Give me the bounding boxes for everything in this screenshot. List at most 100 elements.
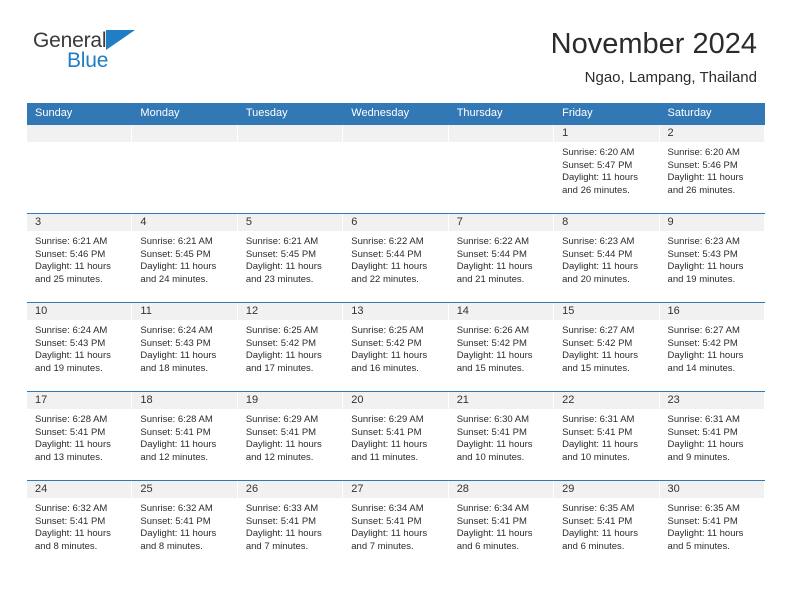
weekday-header-saturday: Saturday [667, 107, 712, 119]
daylight-text-line1: Daylight: 11 hours [351, 528, 428, 540]
daylight-text-line2: and 5 minutes. [667, 540, 730, 552]
day-cell[interactable]: 20 Sunrise: 6:29 AM Sunset: 5:41 PM Dayl… [343, 392, 449, 480]
sunset-text: Sunset: 5:41 PM [456, 515, 527, 527]
general-blue-logo[interactable]: General Blue [30, 28, 150, 88]
day-cell[interactable]: 16 Sunrise: 6:27 AM Sunset: 5:42 PM Dayl… [659, 303, 765, 391]
daylight-text-line2: and 17 minutes. [245, 362, 314, 374]
day-cell[interactable]: 3 Sunrise: 6:21 AM Sunset: 5:46 PM Dayli… [27, 214, 133, 302]
weekday-header-sunday: Sunday [35, 107, 73, 119]
daylight-text-line1: Daylight: 11 hours [562, 261, 638, 273]
day-cell[interactable]: 28 Sunrise: 6:34 AM Sunset: 5:41 PM Dayl… [448, 481, 555, 569]
day-number: 16 [659, 303, 765, 320]
day-cell[interactable]: 27 Sunrise: 6:34 AM Sunset: 5:41 PM Dayl… [343, 481, 449, 569]
weekday-header-friday: Friday [562, 107, 593, 119]
day-details: Sunrise: 6:25 AM Sunset: 5:42 PM Dayligh… [343, 320, 448, 375]
day-cell[interactable]: 8 Sunrise: 6:23 AM Sunset: 5:44 PM Dayli… [554, 214, 660, 302]
day-cell[interactable]: 1 Sunrise: 6:20 AM Sunset: 5:47 PM Dayli… [554, 125, 660, 213]
logo-text-blue: Blue [67, 49, 109, 72]
day-cell[interactable]: 24 Sunrise: 6:32 AM Sunset: 5:41 PM Dayl… [27, 481, 133, 569]
day-cell[interactable]: 11 Sunrise: 6:24 AM Sunset: 5:43 PM Dayl… [132, 303, 238, 391]
daylight-text-line1: Daylight: 11 hours [456, 261, 533, 273]
day-cell[interactable]: 19 Sunrise: 6:29 AM Sunset: 5:41 PM Dayl… [237, 392, 344, 480]
sunset-text: Sunset: 5:41 PM [140, 426, 211, 438]
weekday-header-wednesday: Wednesday [351, 107, 410, 119]
day-cell[interactable]: 13 Sunrise: 6:25 AM Sunset: 5:42 PM Dayl… [343, 303, 449, 391]
day-number: 20 [343, 392, 449, 409]
daylight-text-line1: Daylight: 11 hours [35, 261, 111, 273]
day-number: 26 [237, 481, 344, 498]
day-cell[interactable]: 12 Sunrise: 6:25 AM Sunset: 5:42 PM Dayl… [237, 303, 344, 391]
daylight-text-line1: Daylight: 11 hours [562, 439, 638, 451]
sunrise-text: Sunrise: 6:29 AM [245, 414, 319, 425]
sunset-text: Sunset: 5:41 PM [351, 426, 422, 438]
sunset-text: Sunset: 5:41 PM [562, 426, 633, 438]
day-details: Sunrise: 6:31 AM Sunset: 5:41 PM Dayligh… [660, 409, 765, 464]
day-cell[interactable]: 25 Sunrise: 6:32 AM Sunset: 5:41 PM Dayl… [132, 481, 238, 569]
day-number: 15 [554, 303, 660, 320]
sunrise-text: Sunrise: 6:32 AM [35, 503, 108, 514]
day-cell[interactable]: 26 Sunrise: 6:33 AM Sunset: 5:41 PM Dayl… [237, 481, 344, 569]
day-cell[interactable]: 23 Sunrise: 6:31 AM Sunset: 5:41 PM Dayl… [659, 392, 765, 480]
sunset-text: Sunset: 5:43 PM [667, 248, 738, 260]
day-number [132, 125, 238, 142]
day-cell[interactable]: 9 Sunrise: 6:23 AM Sunset: 5:43 PM Dayli… [659, 214, 765, 302]
day-details [132, 142, 237, 147]
day-cell[interactable]: 15 Sunrise: 6:27 AM Sunset: 5:42 PM Dayl… [554, 303, 660, 391]
day-cell[interactable]: 18 Sunrise: 6:28 AM Sunset: 5:41 PM Dayl… [132, 392, 238, 480]
sunset-text: Sunset: 5:45 PM [245, 248, 317, 260]
day-cell[interactable]: 7 Sunrise: 6:22 AM Sunset: 5:44 PM Dayli… [448, 214, 555, 302]
sunrise-text: Sunrise: 6:28 AM [35, 414, 108, 425]
day-cell[interactable]: 14 Sunrise: 6:26 AM Sunset: 5:42 PM Dayl… [448, 303, 555, 391]
daylight-text-line1: Daylight: 11 hours [140, 350, 217, 362]
sunrise-text: Sunrise: 6:35 AM [562, 503, 635, 514]
weekday-header-row: Sunday Monday Tuesday Wednesday Thursday… [27, 103, 765, 124]
day-number [448, 125, 555, 142]
day-cell[interactable]: 6 Sunrise: 6:22 AM Sunset: 5:44 PM Dayli… [343, 214, 449, 302]
day-cell[interactable]: 22 Sunrise: 6:31 AM Sunset: 5:41 PM Dayl… [554, 392, 660, 480]
day-cell[interactable] [343, 125, 449, 213]
day-number [237, 125, 344, 142]
day-cell[interactable]: 17 Sunrise: 6:28 AM Sunset: 5:41 PM Dayl… [27, 392, 133, 480]
sunrise-text: Sunrise: 6:21 AM [245, 236, 319, 247]
day-number: 10 [27, 303, 133, 320]
day-cell[interactable]: 4 Sunrise: 6:21 AM Sunset: 5:45 PM Dayli… [132, 214, 238, 302]
day-cell[interactable]: 10 Sunrise: 6:24 AM Sunset: 5:43 PM Dayl… [27, 303, 133, 391]
daylight-text-line2: and 19 minutes. [667, 273, 736, 285]
day-cell[interactable] [27, 125, 133, 213]
calendar-week-row: 17 Sunrise: 6:28 AM Sunset: 5:41 PM Dayl… [27, 391, 765, 480]
sunset-text: Sunset: 5:41 PM [245, 515, 317, 527]
sunrise-text: Sunrise: 6:31 AM [667, 414, 740, 425]
sunrise-text: Sunrise: 6:30 AM [456, 414, 530, 425]
day-cell[interactable] [237, 125, 344, 213]
day-cell[interactable]: 29 Sunrise: 6:35 AM Sunset: 5:41 PM Dayl… [554, 481, 660, 569]
day-cell[interactable]: 30 Sunrise: 6:35 AM Sunset: 5:41 PM Dayl… [659, 481, 765, 569]
sunrise-text: Sunrise: 6:21 AM [35, 236, 108, 247]
daylight-text-line2: and 25 minutes. [35, 273, 103, 285]
weekday-header-monday: Monday [140, 107, 180, 119]
day-details: Sunrise: 6:28 AM Sunset: 5:41 PM Dayligh… [27, 409, 132, 464]
daylight-text-line2: and 26 minutes. [667, 184, 736, 196]
day-details: Sunrise: 6:20 AM Sunset: 5:47 PM Dayligh… [554, 142, 659, 197]
sunrise-text: Sunrise: 6:23 AM [667, 236, 740, 247]
day-cell[interactable]: 5 Sunrise: 6:21 AM Sunset: 5:45 PM Dayli… [237, 214, 344, 302]
sunrise-text: Sunrise: 6:33 AM [245, 503, 319, 514]
daylight-text-line1: Daylight: 11 hours [35, 528, 111, 540]
daylight-text-line1: Daylight: 11 hours [456, 528, 533, 540]
day-details: Sunrise: 6:23 AM Sunset: 5:44 PM Dayligh… [554, 231, 659, 286]
day-number [27, 125, 133, 142]
sunrise-text: Sunrise: 6:28 AM [140, 414, 213, 425]
sunrise-text: Sunrise: 6:24 AM [35, 325, 108, 336]
daylight-text-line2: and 20 minutes. [562, 273, 630, 285]
day-cell[interactable] [132, 125, 238, 213]
daylight-text-line1: Daylight: 11 hours [456, 439, 533, 451]
day-details: Sunrise: 6:22 AM Sunset: 5:44 PM Dayligh… [449, 231, 554, 286]
calendar-grid: Sunday Monday Tuesday Wednesday Thursday… [27, 103, 765, 569]
day-details: Sunrise: 6:21 AM Sunset: 5:45 PM Dayligh… [238, 231, 343, 286]
day-cell[interactable]: 21 Sunrise: 6:30 AM Sunset: 5:41 PM Dayl… [448, 392, 555, 480]
day-cell[interactable]: 2 Sunrise: 6:20 AM Sunset: 5:46 PM Dayli… [659, 125, 765, 213]
sunrise-text: Sunrise: 6:35 AM [667, 503, 740, 514]
day-cell[interactable] [448, 125, 555, 213]
daylight-text-line1: Daylight: 11 hours [245, 261, 322, 273]
daylight-text-line1: Daylight: 11 hours [351, 261, 428, 273]
calendar-week-row: 1 Sunrise: 6:20 AM Sunset: 5:47 PM Dayli… [27, 124, 765, 213]
